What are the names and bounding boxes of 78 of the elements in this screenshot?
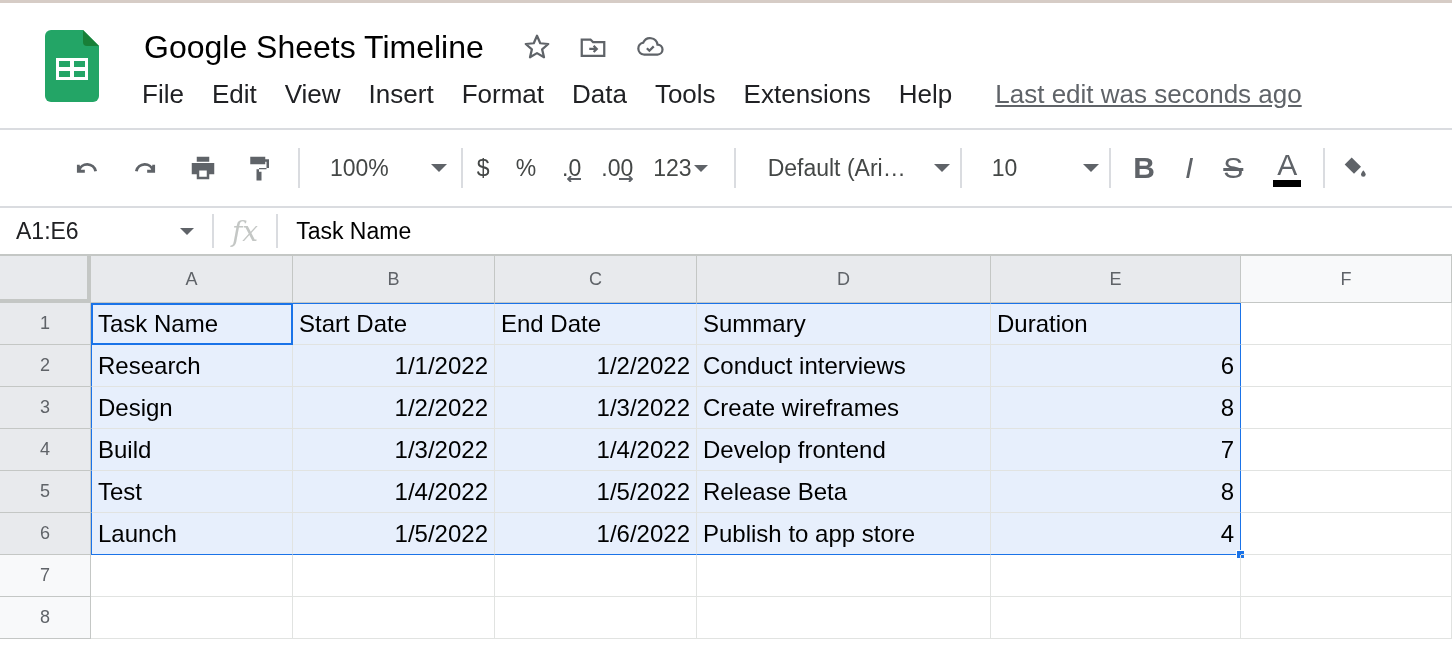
menu-item[interactable]: Format (461, 79, 559, 110)
row-header[interactable]: 8 (0, 597, 91, 639)
formula-input[interactable]: Task Name (296, 217, 412, 245)
text-color-button[interactable]: A (1273, 149, 1302, 187)
column-header[interactable]: E (991, 256, 1241, 303)
table-cell: Research (91, 345, 293, 387)
italic-button[interactable]: I (1184, 151, 1194, 185)
table-cell: Develop frontend (697, 429, 991, 471)
menu-item[interactable]: Tools (654, 79, 731, 110)
table-cell: Launch (91, 513, 293, 555)
table-cell: Duration (991, 303, 1241, 345)
table-cell: 1/4/2022 (293, 471, 495, 513)
caret-icon (180, 227, 194, 235)
row-header[interactable]: 5 (0, 471, 91, 513)
table-cell: 1/5/2022 (495, 471, 697, 513)
table-cell: Conduct interviews (697, 345, 991, 387)
column-header[interactable]: A (91, 256, 293, 303)
right-arrow-icon (619, 175, 634, 182)
column-header[interactable]: F (1241, 256, 1452, 303)
zoom-dropdown[interactable]: 100% (330, 154, 447, 182)
table-cell: 1/6/2022 (495, 513, 697, 555)
menu-item[interactable]: Insert (368, 79, 449, 110)
increase-decimal-button[interactable]: .00 (601, 154, 634, 182)
table-cell: Build (91, 429, 293, 471)
number-format-dropdown[interactable]: 123 (653, 154, 708, 182)
fx-label: fx (232, 214, 259, 248)
table-cell: 1/3/2022 (293, 429, 495, 471)
fill-handle[interactable] (1236, 550, 1245, 559)
table-cell: 1/3/2022 (495, 387, 697, 429)
menu-item[interactable]: Extensions (743, 79, 886, 110)
column-header[interactable]: B (293, 256, 495, 303)
table-cell: Start Date (293, 303, 495, 345)
font-dropdown[interactable]: Default (Ari… (767, 154, 950, 182)
percent-format-button[interactable]: % (515, 154, 537, 182)
table-cell: Task Name (91, 303, 293, 345)
table-cell: Publish to app store (697, 513, 991, 555)
bold-button[interactable]: B (1133, 151, 1155, 185)
caret-icon (693, 164, 708, 172)
table-cell: End Date (495, 303, 697, 345)
strikethrough-button[interactable]: S (1223, 151, 1244, 185)
currency-format-button[interactable]: $ (476, 154, 490, 182)
table-cell: Create wireframes (697, 387, 991, 429)
name-box[interactable]: A1:E6 (0, 217, 194, 245)
table-cell: 1/2/2022 (495, 345, 697, 387)
table-cell: Test (91, 471, 293, 513)
menu-item[interactable]: Data (572, 79, 642, 110)
column-header[interactable]: C (495, 256, 697, 303)
last-edit-link[interactable]: Last edit was seconds ago (995, 79, 1302, 110)
menu-item[interactable]: File (142, 79, 199, 110)
table-cell: 1/2/2022 (293, 387, 495, 429)
table-cell: 8 (991, 387, 1241, 429)
table-cell: 6 (991, 345, 1241, 387)
document-title[interactable]: Google Sheets Timeline (144, 28, 484, 66)
decrease-decimal-button[interactable]: .0 (562, 154, 582, 182)
table-cell: 1/5/2022 (293, 513, 495, 555)
left-arrow-icon (567, 175, 582, 182)
table-cell: 7 (991, 429, 1241, 471)
table-cell: 1/4/2022 (495, 429, 697, 471)
row-header[interactable]: 7 (0, 555, 91, 597)
row-header[interactable]: 1 (0, 303, 91, 345)
table-cell: 8 (991, 471, 1241, 513)
row-header[interactable]: 2 (0, 345, 91, 387)
caret-icon (430, 164, 447, 172)
sheets-logo-icon[interactable] (45, 30, 99, 102)
row-header[interactable]: 4 (0, 429, 91, 471)
row-header[interactable]: 6 (0, 513, 91, 555)
menu-item[interactable]: Edit (211, 79, 272, 110)
caret-icon (1083, 164, 1100, 172)
table-cell: Summary (697, 303, 991, 345)
table-cell: 1/1/2022 (293, 345, 495, 387)
font-size-dropdown[interactable]: 10 (991, 154, 1100, 182)
column-header[interactable]: D (697, 256, 991, 303)
caret-icon (933, 164, 950, 172)
row-header[interactable]: 3 (0, 387, 91, 429)
menu-item[interactable]: Help (898, 79, 968, 110)
table-cell: Design (91, 387, 293, 429)
table-cell: Release Beta (697, 471, 991, 513)
menu-item[interactable]: View (284, 79, 356, 110)
